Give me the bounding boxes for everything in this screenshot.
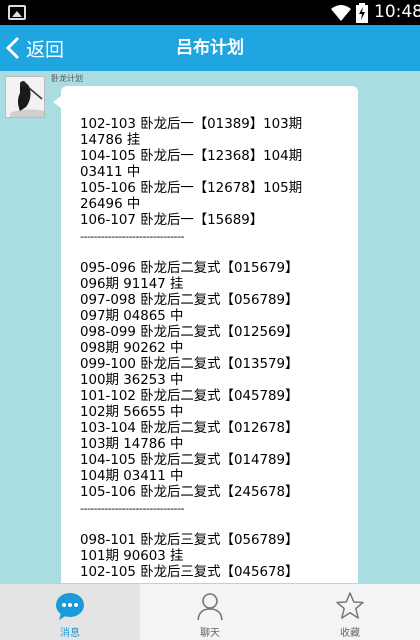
message-line: 105-106 卧龙后一【12678】105期 xyxy=(80,181,303,196)
message-line: 096期 91147 挂 xyxy=(80,277,184,292)
avatar[interactable] xyxy=(5,76,45,118)
gallery-notification-icon xyxy=(8,5,26,20)
message-line: 097期 04865 中 xyxy=(80,309,184,324)
tab-label: 聊天 xyxy=(200,628,220,639)
tab-messages[interactable]: 消息 xyxy=(0,584,140,640)
tab-chat[interactable]: 聊天 xyxy=(140,584,280,640)
message-line: 104-105 卧龙后一【12368】104期 xyxy=(80,149,303,164)
chat-bubble-icon xyxy=(56,593,84,620)
avatar-image xyxy=(6,77,44,117)
message-separator: ------------------------------ xyxy=(80,230,185,243)
message-line: 101期 90603 挂 xyxy=(80,549,184,564)
battery-charging-icon xyxy=(356,3,368,23)
message-line: 106-107 卧龙后一【15689】 xyxy=(80,213,264,228)
message-line: 101-102 卧龙后二复式【045789】 xyxy=(80,389,299,404)
message-gap xyxy=(80,517,350,533)
message-line: 098期 90262 中 xyxy=(80,341,184,356)
message-line: 099-100 卧龙后二复式【013579】 xyxy=(80,357,299,372)
chat-area[interactable]: 卧龙计划 102-103 卧龙后一【01389】103期 14786 挂 104… xyxy=(0,71,420,583)
message-line: 095-096 卧龙后二复式【015679】 xyxy=(80,261,299,276)
message-line: 03411 中 xyxy=(80,165,141,180)
message-line: 103期 14786 中 xyxy=(80,437,184,452)
tab-favorites[interactable]: 收藏 xyxy=(280,584,420,640)
status-bar: 10:48 xyxy=(0,0,420,25)
header-bar: 返回 吕布计划 xyxy=(0,25,420,71)
wifi-icon xyxy=(331,5,351,21)
message-line: 26496 中 xyxy=(80,197,141,212)
back-label: 返回 xyxy=(26,38,65,61)
status-time: 10:48 xyxy=(374,2,420,22)
message-line: 14786 挂 xyxy=(80,133,141,148)
message-line: 102-103 卧龙后一【01389】103期 xyxy=(80,117,303,132)
message-line: 098-099 卧龙后二复式【012569】 xyxy=(80,325,299,340)
message-line: 103-104 卧龙后二复式【012678】 xyxy=(80,421,299,436)
message-line: 097-098 卧龙后二复式【056789】 xyxy=(80,293,299,308)
tab-label: 收藏 xyxy=(340,628,360,639)
message-bubble[interactable]: 102-103 卧龙后一【01389】103期 14786 挂 104-105 … xyxy=(53,86,358,583)
message-line: 105-106 卧龙后二复式【245678】 xyxy=(80,485,299,500)
message-line: 098-101 卧龙后三复式【056789】 xyxy=(80,533,299,548)
message-separator: ------------------------------ xyxy=(80,502,185,515)
back-button[interactable]: 返回 xyxy=(4,25,64,71)
person-icon xyxy=(197,593,223,621)
message-gap xyxy=(80,245,350,261)
bubble-tail xyxy=(53,96,61,108)
message-line: 104期 03411 中 xyxy=(80,469,184,484)
message-line: 104-105 卧龙后二复式【014789】 xyxy=(80,453,299,468)
tab-label: 消息 xyxy=(60,628,80,639)
message-line: 102期 56655 中 xyxy=(80,405,184,420)
star-icon xyxy=(336,592,364,619)
message-line: 100期 36253 中 xyxy=(80,373,184,388)
message-line: 102-105 卧龙后三复式【045678】 xyxy=(80,565,299,580)
chevron-left-icon xyxy=(5,36,20,60)
bottom-tab-bar: 消息 聊天 收藏 xyxy=(0,583,420,640)
sender-name: 卧龙计划 xyxy=(51,74,83,83)
